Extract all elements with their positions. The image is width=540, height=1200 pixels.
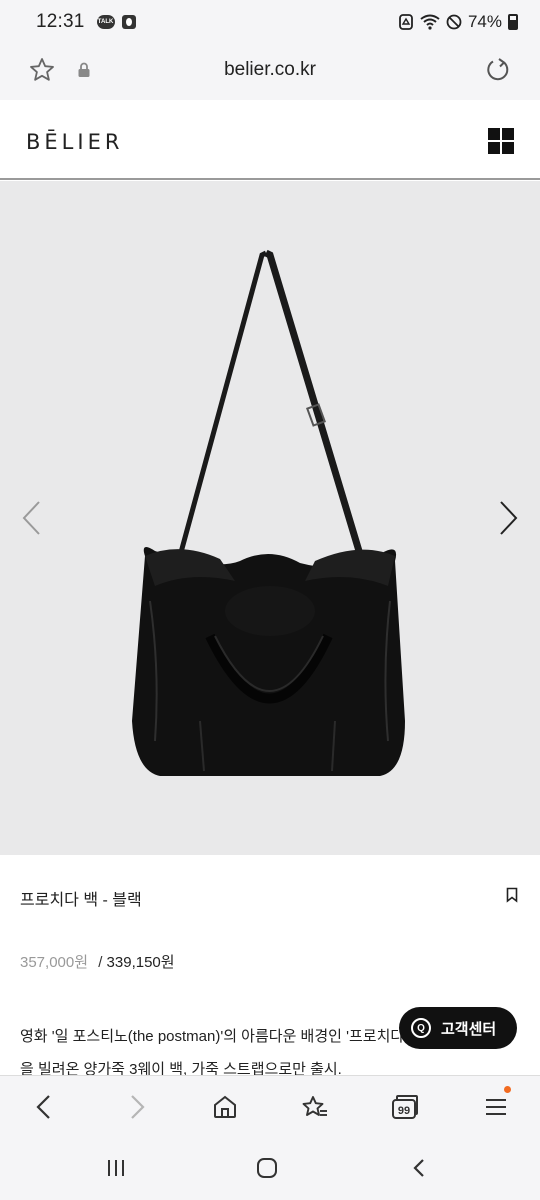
menu-grid-icon[interactable]	[488, 128, 514, 154]
home-nav-icon[interactable]	[256, 1157, 278, 1184]
customer-service-button[interactable]: Q 고객센터	[399, 1007, 517, 1049]
battery-icon	[508, 14, 518, 30]
back-nav-icon[interactable]	[408, 1157, 430, 1184]
product-image-carousel[interactable]	[0, 181, 540, 855]
product-title: 프로치다 백 - 블랙	[20, 892, 142, 909]
price-row: 357,000원 / 339,150원	[20, 951, 175, 972]
back-icon[interactable]	[29, 1092, 59, 1122]
menu-icon[interactable]	[481, 1086, 511, 1122]
browser-url-bar: belier.co.kr	[0, 44, 540, 100]
bookmarks-star-icon[interactable]	[300, 1092, 330, 1122]
price-separator: /	[98, 954, 103, 971]
bookmark-icon[interactable]	[506, 887, 518, 908]
status-bar: 12:31 TALK 74%	[0, 0, 540, 44]
tabs-icon[interactable]: 99	[390, 1092, 420, 1122]
reload-icon[interactable]	[484, 56, 512, 89]
sale-price: 339,150원	[106, 954, 175, 971]
brand-logo[interactable]: BĒLIER	[26, 130, 123, 154]
status-time: 12:31	[36, 11, 85, 32]
do-not-disturb-icon	[446, 14, 462, 30]
recent-apps-icon[interactable]	[105, 1157, 127, 1184]
chevron-right-icon[interactable]	[498, 499, 520, 542]
notification-app-icon	[121, 15, 136, 29]
wifi-icon	[420, 14, 440, 30]
product-image	[132, 249, 405, 776]
browser-toolbar: 99	[0, 1075, 540, 1137]
url-text[interactable]: belier.co.kr	[0, 59, 540, 81]
recycle-icon	[399, 14, 413, 30]
forward-icon[interactable]	[122, 1092, 152, 1122]
original-price: 357,000원	[20, 954, 89, 971]
notification-dot	[504, 1086, 511, 1093]
home-icon[interactable]	[210, 1092, 240, 1122]
kakaotalk-icon: TALK	[96, 15, 115, 29]
site-header: BĒLIER	[0, 100, 540, 180]
customer-service-label: 고객센터	[441, 1020, 497, 1038]
tabs-count: 99	[398, 1105, 410, 1117]
chevron-left-icon[interactable]	[20, 499, 42, 542]
chat-q-icon: Q	[411, 1018, 431, 1038]
battery-percent: 74%	[467, 12, 502, 31]
system-navigation-bar	[0, 1137, 540, 1200]
